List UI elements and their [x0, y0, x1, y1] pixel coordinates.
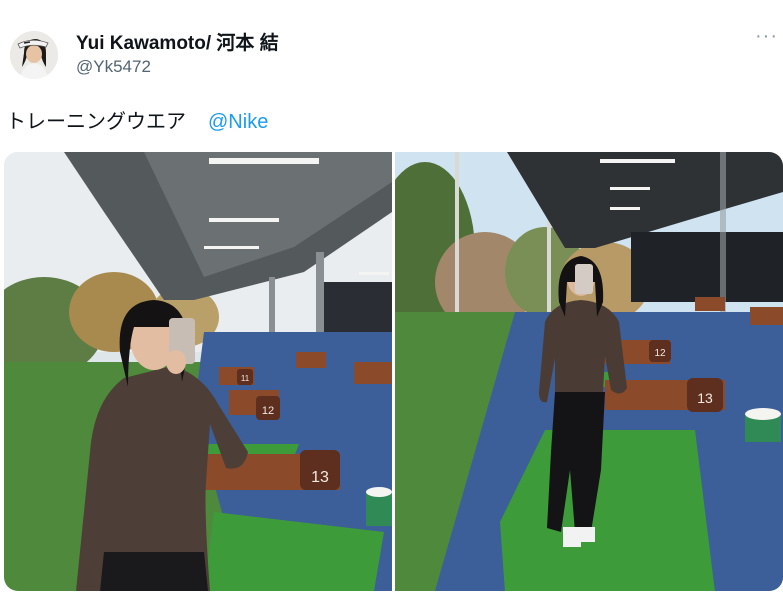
author-handle[interactable]: @Yk5472: [76, 57, 151, 77]
tee-number-label: 11: [241, 374, 250, 383]
tweet-photo-2[interactable]: 13 12: [395, 152, 783, 591]
tweet-photo-1[interactable]: 13 12 11: [4, 152, 392, 591]
tweet-text: トレーニングウエア @Nike: [6, 105, 268, 134]
author-avatar[interactable]: [10, 31, 58, 79]
tee-number-label: 13: [311, 469, 329, 486]
tee-number-label: 13: [697, 390, 713, 406]
tweet-body: トレーニングウエア: [6, 111, 186, 133]
tee-number-label: 12: [654, 348, 666, 359]
mention-link[interactable]: @Nike: [208, 111, 268, 133]
tee-number-label: 12: [262, 405, 274, 417]
author-display-name[interactable]: Yui Kawamoto/ 河本 結: [76, 28, 279, 55]
more-options-icon[interactable]: ···: [755, 22, 783, 50]
